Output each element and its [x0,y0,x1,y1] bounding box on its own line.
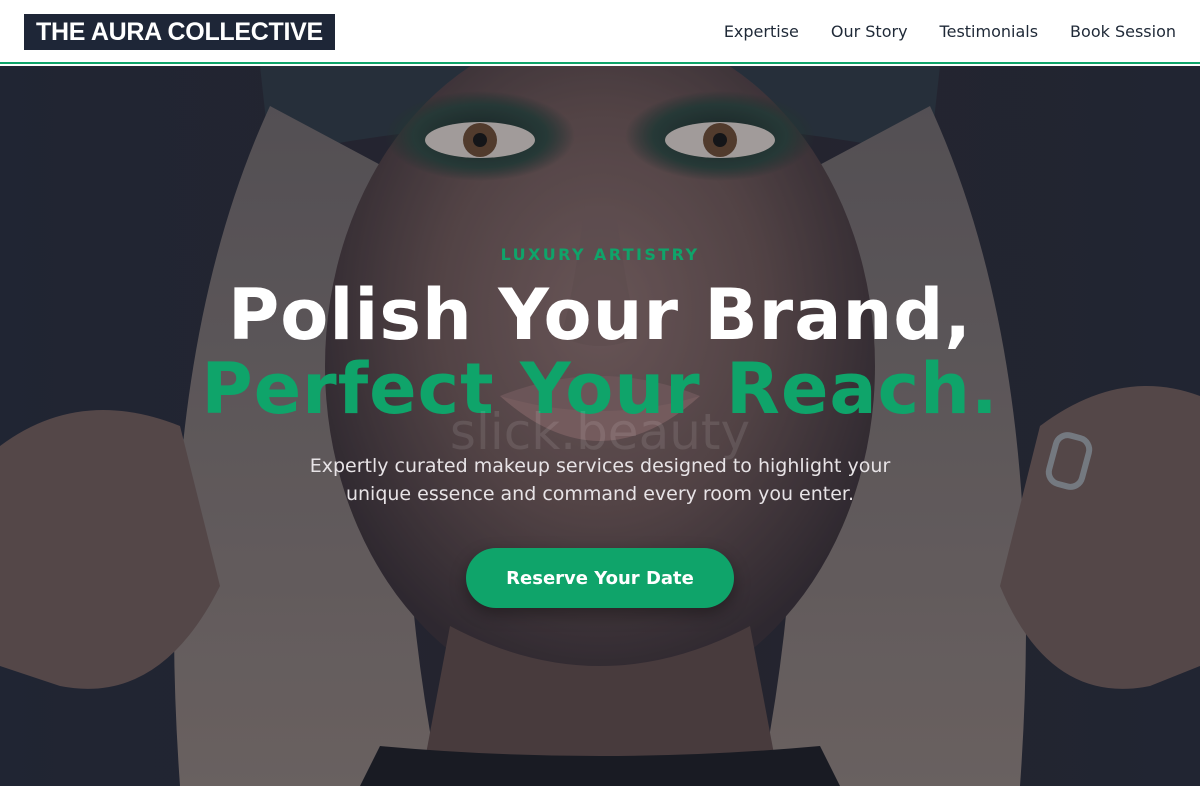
nav-link-expertise[interactable]: Expertise [724,22,799,41]
hero-subtext: Expertly curated makeup services designe… [309,455,891,505]
hero-section: LUXURY ARTISTRY Polish Your Brand, Perfe… [0,66,1200,786]
nav-link-our-story[interactable]: Our Story [831,22,908,41]
hero-headline-line-1: Polish Your Brand, [228,274,972,356]
nav-link-book-session[interactable]: Book Session [1070,22,1176,41]
main-nav: Expertise Our Story Testimonials Book Se… [724,0,1176,62]
hero-eyebrow: LUXURY ARTISTRY [500,245,700,264]
brand-logo[interactable]: THE AURA COLLECTIVE [24,14,335,50]
nav-link-testimonials[interactable]: Testimonials [940,22,1039,41]
hero-content: LUXURY ARTISTRY Polish Your Brand, Perfe… [0,66,1200,786]
site-header: THE AURA COLLECTIVE Expertise Our Story … [0,0,1200,64]
reserve-date-button[interactable]: Reserve Your Date [466,548,734,608]
